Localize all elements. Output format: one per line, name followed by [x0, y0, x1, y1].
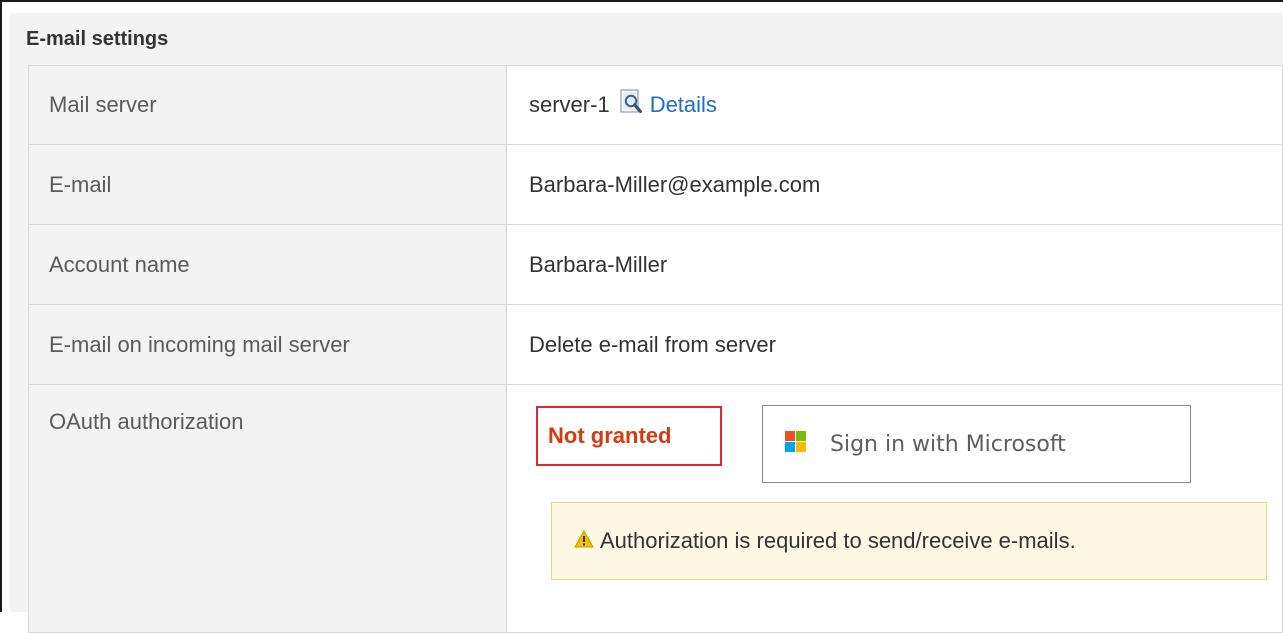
- window-frame-top: [0, 0, 1283, 2]
- oauth-content: Not granted Sign in with Microsoft Autho…: [529, 385, 1282, 608]
- account-name-label: Account name: [28, 224, 507, 305]
- warning-text: Authorization is required to send/receiv…: [600, 528, 1076, 553]
- incoming-server-label: E-mail on incoming mail server: [28, 304, 507, 385]
- oauth-value: Not granted Sign in with Microsoft Autho…: [506, 384, 1283, 633]
- sign-in-button-label: Sign in with Microsoft: [830, 431, 1066, 457]
- oauth-label: OAuth authorization: [28, 384, 507, 633]
- email-value: Barbara-Miller@example.com: [506, 144, 1283, 225]
- authorization-warning: Authorization is required to send/receiv…: [551, 502, 1267, 580]
- incoming-server-value: Delete e-mail from server: [506, 304, 1283, 385]
- table-row-mail-server: Mail server server-1 Details: [28, 65, 1283, 145]
- magnifier-document-icon[interactable]: [620, 89, 644, 121]
- oauth-status-badge: Not granted: [536, 406, 722, 466]
- section-title: E-mail settings: [26, 28, 169, 50]
- account-name-value: Barbara-Miller: [506, 224, 1283, 305]
- table-row-oauth: OAuth authorization Not granted Sign in …: [28, 384, 1283, 633]
- mail-server-label: Mail server: [28, 65, 507, 145]
- table-row-account-name: Account name Barbara-Miller: [28, 224, 1283, 305]
- email-label: E-mail: [28, 144, 507, 225]
- sign-in-with-microsoft-button[interactable]: Sign in with Microsoft: [762, 405, 1191, 483]
- warning-triangle-icon: [574, 528, 594, 554]
- window-frame-left: [0, 0, 2, 612]
- table-row-incoming-server: E-mail on incoming mail server Delete e-…: [28, 304, 1283, 385]
- details-link[interactable]: Details: [650, 92, 717, 118]
- email-settings-table: Mail server server-1 Details E-mail Barb…: [28, 65, 1283, 633]
- mail-server-value: server-1 Details: [506, 65, 1283, 145]
- mail-server-line: server-1 Details: [529, 89, 1282, 121]
- mail-server-name: server-1: [529, 92, 610, 117]
- microsoft-logo-icon: [785, 430, 806, 458]
- table-row-email: E-mail Barbara-Miller@example.com: [28, 144, 1283, 225]
